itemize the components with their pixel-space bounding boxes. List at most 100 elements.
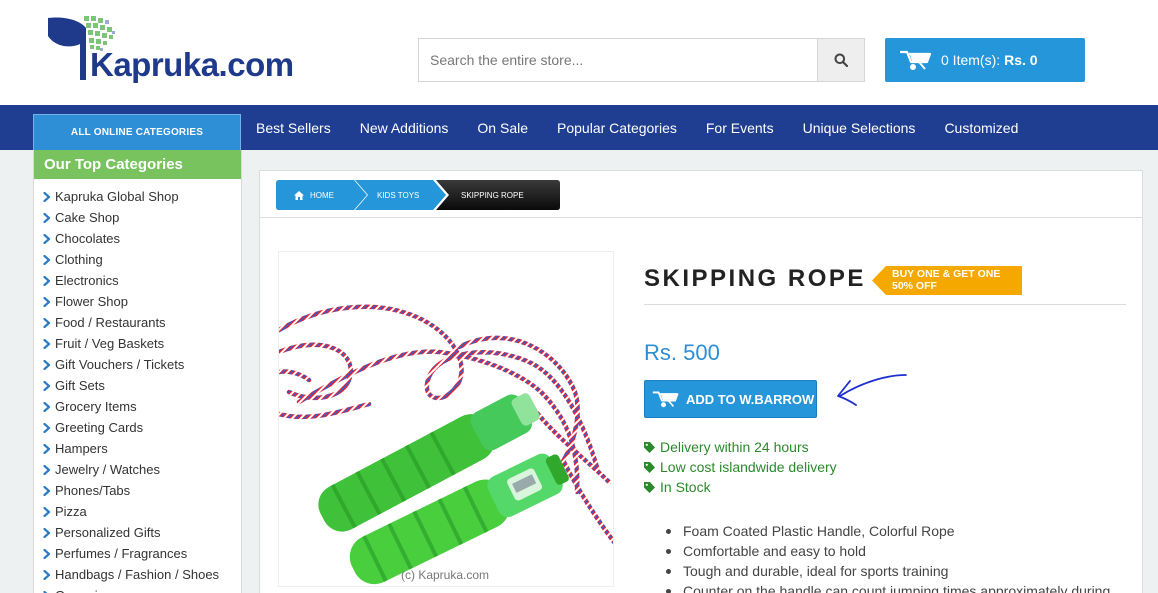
sidebar-category-label: Perfumes / Fragrances [55,546,188,561]
sidebar-category-item[interactable]: Electronics [34,270,241,291]
nav-for-events[interactable]: For Events [691,120,788,136]
wheelbarrow-icon [652,391,679,408]
sidebar-category-label: Handbags / Fashion / Shoes [55,567,220,582]
add-to-wheelbarrow-button[interactable]: ADD TO W.BARROW [644,380,817,418]
chevron-right-icon [43,548,51,559]
sidebar-category-item[interactable]: Hampers [34,438,241,459]
sidebar-category-label: Phones/Tabs [55,483,131,498]
hand-drawn-arrow-annotation [837,374,907,406]
cart-count: 0 Item(s): [941,52,1001,68]
sidebar-category-item[interactable]: Gift Sets [34,375,241,396]
sidebar-category-label: Cake Shop [55,210,120,225]
chevron-right-icon [43,485,51,496]
chevron-right-icon [43,233,51,244]
breadcrumb-kids-toys[interactable]: KIDS TOYS [355,180,447,210]
search-box [418,38,818,82]
breadcrumb-current: SKIPPING ROPE [436,180,560,210]
breadcrumb-home-label: HOME [310,190,334,200]
sidebar-category-label: Flower Shop [55,294,128,309]
home-icon [294,190,304,200]
nav-new-additions[interactable]: New Additions [345,120,463,136]
offer-line1: BUY ONE & GET ONE [892,268,1001,280]
search-input[interactable] [419,39,818,81]
sidebar-category-item[interactable]: Phones/Tabs [34,480,241,501]
product-title: SKIPPING ROPE [644,265,866,292]
search-icon [834,53,848,67]
main-nav: ALL ONLINE CATEGORIES Best Sellers New A… [0,105,1158,150]
sidebar-category-item[interactable]: Perfumes / Fragrances [34,543,241,564]
sidebar-category-item[interactable]: Kapruka Global Shop [34,186,241,207]
sidebar-category-item[interactable]: Jewelry / Watches [34,459,241,480]
breadcrumb-kids-toys-label: KIDS TOYS [377,190,420,200]
sidebar-category-item[interactable]: Flower Shop [34,291,241,312]
chevron-right-icon [43,464,51,475]
sidebar-category-item[interactable]: Food / Restaurants [34,312,241,333]
sidebar-category-label: Jewelry / Watches [55,462,160,477]
chevron-right-icon [43,527,51,538]
nav-on-sale[interactable]: On Sale [462,120,542,136]
product-image[interactable]: (c) Kapruka.com [278,251,614,587]
sidebar-category-item[interactable]: Groceries [34,585,241,593]
feature-item: Tough and durable, ideal for sports trai… [666,561,1110,581]
nav-popular-categories[interactable]: Popular Categories [542,120,691,136]
sidebar-category-item[interactable]: Grocery Items [34,396,241,417]
chevron-right-icon [43,275,51,286]
nav-unique-selections[interactable]: Unique Selections [788,120,930,136]
info-in-stock: In Stock [644,477,837,497]
feature-item: Foam Coated Plastic Handle, Colorful Rop… [666,521,1110,541]
chevron-right-icon [43,212,51,223]
category-list: Kapruka Global Shop Cake Shop Chocolates Cl… [34,179,241,593]
cart-button[interactable]: 0 Item(s): Rs. 0 [885,38,1085,82]
chevron-right-icon [43,191,51,202]
breadcrumb: HOME KIDS TOYS SKIPPING ROPE [260,171,1142,218]
info-delivery-time: Delivery within 24 hours [644,437,837,457]
delivery-info-list: Delivery within 24 hours Low cost island… [644,437,837,497]
sidebar-title: Our Top Categories [34,150,241,179]
sidebar-category-label: Hampers [55,441,108,456]
product-features: Foam Coated Plastic Handle, Colorful Rop… [666,521,1110,593]
search-button[interactable] [817,38,865,82]
sidebar-category-item[interactable]: Personalized Gifts [34,522,241,543]
sidebar-category-label: Kapruka Global Shop [55,189,179,204]
chevron-right-icon [43,443,51,454]
sidebar-category-item[interactable]: Handbags / Fashion / Shoes [34,564,241,585]
product-price: Rs. 500 [644,340,720,365]
nav-best-sellers[interactable]: Best Sellers [241,120,345,136]
tag-icon [644,461,655,473]
breadcrumb-current-label: SKIPPING ROPE [461,190,524,200]
sidebar-category-item[interactable]: Gift Vouchers / Tickets [34,354,241,375]
sidebar-category-label: Gift Sets [55,378,105,393]
sidebar-category-label: Groceries [55,588,111,593]
sidebar-category-label: Clothing [55,252,103,267]
sidebar-category-item[interactable]: Fruit / Veg Baskets [34,333,241,354]
sidebar-category-label: Pizza [55,504,87,519]
wheelbarrow-icon [900,50,932,70]
product-panel: HOME KIDS TOYS SKIPPING ROPE (c) Kapruka… [259,170,1143,593]
chevron-right-icon [43,380,51,391]
kapruka-logo[interactable]: Kapruka.com [46,14,294,86]
image-watermark: (c) Kapruka.com [401,568,490,582]
nav-customized[interactable]: Customized [929,120,1032,136]
sidebar-category-item[interactable]: Cake Shop [34,207,241,228]
category-sidebar: Our Top Categories Kapruka Global Shop Ca… [33,150,242,593]
tag-icon [644,441,655,453]
tag-icon [644,481,655,493]
sidebar-category-label: Gift Vouchers / Tickets [55,357,185,372]
logo-text: Kapruka.com [90,46,294,83]
chevron-right-icon [43,254,51,265]
nav-items: Best Sellers New Additions On Sale Popul… [241,105,1032,150]
sidebar-category-item[interactable]: Chocolates [34,228,241,249]
title-divider [644,304,1126,305]
all-categories-button[interactable]: ALL ONLINE CATEGORIES [33,114,241,150]
feature-item: Counter on the handle can count jumping … [666,581,1110,593]
sidebar-category-label: Grocery Items [55,399,137,414]
sidebar-category-item[interactable]: Clothing [34,249,241,270]
info-delivery-time-label: Delivery within 24 hours [660,439,809,455]
sidebar-category-item[interactable]: Greeting Cards [34,417,241,438]
chevron-right-icon [43,296,51,307]
chevron-right-icon [43,506,51,517]
info-low-cost-delivery-label: Low cost islandwide delivery [660,459,837,475]
cart-amount: Rs. 0 [1004,52,1038,68]
sidebar-category-item[interactable]: Pizza [34,501,241,522]
info-low-cost-delivery: Low cost islandwide delivery [644,457,837,477]
